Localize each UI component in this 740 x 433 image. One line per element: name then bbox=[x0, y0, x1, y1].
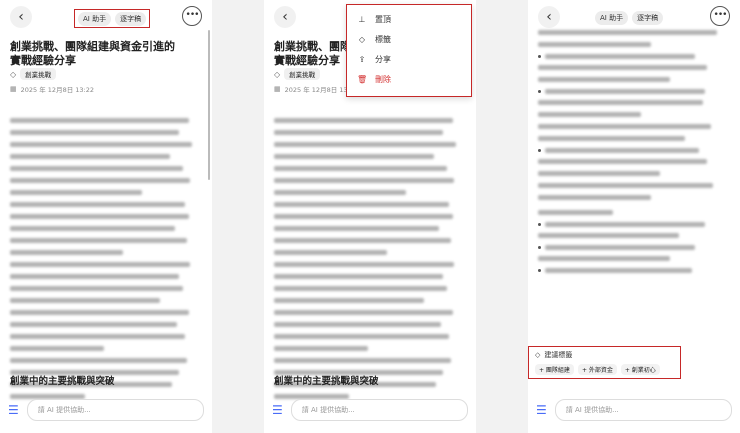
date-row: ▦ 2025 年 12月8日 13:22 bbox=[10, 84, 94, 94]
ai-input[interactable]: 請 AI 提供協助... bbox=[290, 399, 468, 421]
suggested-tag-team[interactable]: + 團隊組建 bbox=[535, 364, 574, 375]
more-options-button[interactable]: ••• bbox=[710, 6, 730, 26]
calendar-icon: ▦ bbox=[274, 85, 281, 93]
blurred-content bbox=[274, 118, 462, 406]
tab-transcript[interactable]: 逐字稿 bbox=[632, 10, 664, 25]
back-button[interactable]: ‹ bbox=[10, 6, 32, 28]
calendar-icon: ▦ bbox=[10, 85, 17, 93]
note-date: 2025 年 12月8日 13:22 bbox=[20, 86, 95, 94]
list-icon[interactable]: ☰ bbox=[8, 403, 19, 417]
suggested-tag-intent[interactable]: + 創業初心 bbox=[620, 364, 660, 375]
section-title: 創業中的主要挑戰與突破 bbox=[10, 376, 115, 387]
suggested-tags-box: ◇ 建議標籤 + 團隊組建 + 外部資金 + 創業初心 bbox=[528, 346, 681, 379]
blurred-content bbox=[10, 118, 198, 406]
ai-input-bar: ☰ 請 AI 提供協助... bbox=[264, 393, 476, 427]
edit-icon[interactable]: ✎ bbox=[124, 45, 132, 55]
back-button[interactable]: ‹ bbox=[274, 6, 296, 28]
mode-switch: AI 助手 逐字稿 bbox=[592, 9, 666, 26]
more-options-button[interactable]: ••• bbox=[182, 6, 202, 26]
share-icon: ⇪ bbox=[358, 54, 366, 64]
note-tag[interactable]: 創業挑戰 bbox=[284, 68, 321, 80]
note-tag[interactable]: 創業挑戰 bbox=[20, 68, 57, 80]
tag-icon: ◇ bbox=[535, 351, 541, 359]
header: ‹ AI 助手 逐字稿 ••• bbox=[528, 6, 740, 28]
section-title: 創業中的主要挑戰與突破 bbox=[274, 376, 379, 387]
note-title: 創業挑戰、團隊組建與資金引進的實戰經驗分享 bbox=[10, 40, 175, 67]
tag-row: ◇ 創業挑戰 bbox=[10, 68, 57, 80]
tag-row: ◇ 創業挑戰 bbox=[274, 68, 321, 80]
menu-item-pin[interactable]: ⊥ 置頂 bbox=[347, 9, 471, 29]
scrollbar[interactable] bbox=[208, 30, 210, 180]
pin-icon: ⊥ bbox=[358, 14, 366, 24]
tag-icon: ◇ bbox=[358, 34, 366, 44]
list-icon[interactable]: ☰ bbox=[272, 403, 283, 417]
tag-icon: ◇ bbox=[10, 69, 17, 79]
tag-icon: ◇ bbox=[274, 69, 281, 79]
header: ‹ AI 助手 逐字稿 ••• bbox=[0, 6, 212, 28]
mode-switch: AI 助手 逐字稿 bbox=[74, 9, 151, 28]
ai-input-bar: ☰ 請 AI 提供協助... bbox=[0, 393, 212, 427]
menu-item-share[interactable]: ⇪ 分享 bbox=[347, 49, 471, 69]
ai-input-bar: ☰ 請 AI 提供協助... bbox=[528, 393, 740, 427]
ai-input[interactable]: 請 AI 提供協助... bbox=[26, 399, 204, 421]
tab-transcript[interactable]: 逐字稿 bbox=[115, 11, 147, 26]
ai-input[interactable]: 請 AI 提供協助... bbox=[554, 399, 732, 421]
suggested-tag-funding[interactable]: + 外部資金 bbox=[577, 364, 617, 375]
screenshot-stage: ‹ AI 助手 逐字稿 ••• 創業挑戰、團隊組建與資金引進的實戰經驗分享 ✎ … bbox=[0, 0, 740, 433]
menu-item-tag[interactable]: ◇ 標籤 bbox=[347, 29, 471, 49]
tab-ai-assistant[interactable]: AI 助手 bbox=[595, 10, 629, 25]
suggested-tags-title: 建議標籤 bbox=[544, 351, 573, 359]
back-button[interactable]: ‹ bbox=[538, 6, 560, 28]
tab-ai-assistant[interactable]: AI 助手 bbox=[78, 11, 112, 26]
more-options-menu: ⊥ 置頂 ◇ 標籤 ⇪ 分享 🗑 刪除 bbox=[346, 4, 472, 97]
panel-note-view: ‹ AI 助手 逐字稿 ••• 創業挑戰、團隊組建與資金引進的實戰經驗分享 ✎ … bbox=[0, 0, 212, 433]
trash-icon: 🗑 bbox=[357, 74, 368, 84]
menu-item-delete[interactable]: 🗑 刪除 bbox=[347, 69, 471, 89]
list-icon[interactable]: ☰ bbox=[536, 403, 547, 417]
blurred-content bbox=[538, 30, 726, 279]
